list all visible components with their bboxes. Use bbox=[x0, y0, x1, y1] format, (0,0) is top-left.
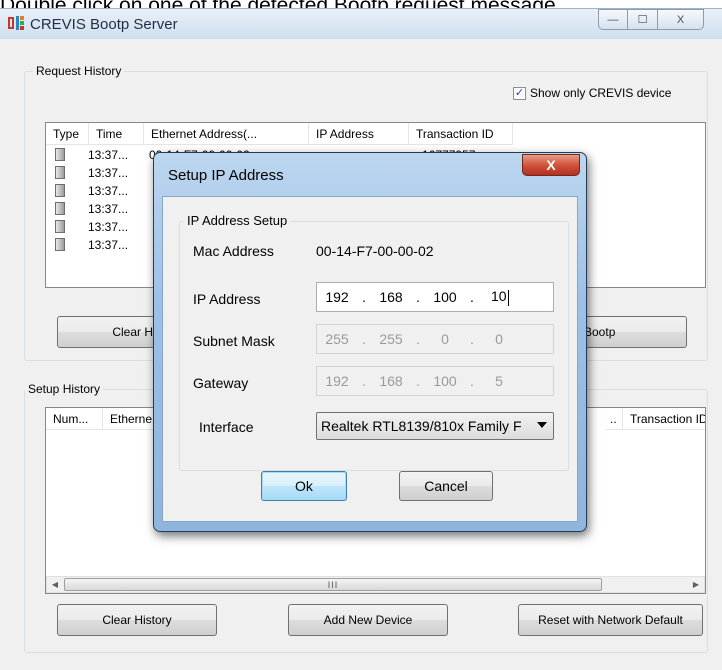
gateway-dot: . bbox=[362, 373, 366, 389]
add-new-device-button[interactable]: Add New Device bbox=[288, 604, 448, 636]
chevron-down-icon[interactable] bbox=[537, 422, 547, 428]
list-item[interactable]: 13:37... bbox=[46, 182, 143, 199]
col-transaction[interactable]: Transaction ID bbox=[623, 408, 705, 430]
subnet-dot: . bbox=[470, 331, 474, 347]
ip-dot: . bbox=[362, 289, 366, 305]
ip-octet-2[interactable]: 168 bbox=[371, 289, 411, 305]
ok-button[interactable]: Ok bbox=[261, 471, 347, 501]
interface-value: Realtek RTL8139/810x Family F bbox=[321, 418, 522, 434]
reset-network-default-button[interactable]: Reset with Network Default bbox=[518, 604, 703, 636]
horizontal-scrollbar[interactable]: ◀ III ▶ bbox=[46, 576, 705, 593]
ip-octet-4[interactable]: 10 bbox=[491, 288, 507, 304]
show-only-crevis-label: Show only CREVIS device bbox=[530, 86, 672, 100]
gateway-octet-1: 192 bbox=[325, 373, 349, 389]
text-caret bbox=[507, 289, 509, 306]
ip-dot: . bbox=[470, 289, 474, 305]
scroll-left-icon[interactable]: ◀ bbox=[47, 577, 63, 592]
gateway-octet-2: 168 bbox=[379, 373, 403, 389]
document-icon bbox=[55, 220, 65, 233]
dialog-body: IP Address Setup Mac Address 00-14-F7-00… bbox=[162, 196, 578, 522]
setup-list-header: Num... Etherne bbox=[46, 408, 163, 430]
close-icon: X bbox=[676, 13, 685, 26]
main-title-bar: CREVIS Bootp Server — ☐ X bbox=[0, 9, 722, 39]
document-icon bbox=[55, 166, 65, 179]
col-truncated[interactable]: .. bbox=[606, 408, 623, 430]
gateway-dot: . bbox=[416, 373, 420, 389]
gateway-input: 192 . 168 . 100 . 5 bbox=[316, 366, 554, 396]
row-time: 13:37... bbox=[88, 201, 129, 216]
close-icon: X bbox=[546, 157, 556, 173]
subnet-octet-3: 0 bbox=[441, 331, 449, 347]
subnet-octet-4: 0 bbox=[495, 331, 503, 347]
ip-setup-legend: IP Address Setup bbox=[184, 213, 291, 228]
document-icon bbox=[55, 202, 65, 215]
list-item[interactable]: 13:37... bbox=[46, 236, 143, 253]
checkbox-box[interactable]: ✓ bbox=[513, 86, 526, 100]
ip-address-label: IP Address bbox=[193, 291, 261, 307]
row-time: 13:37... bbox=[88, 183, 129, 198]
ip-address-setup-group: IP Address Setup Mac Address 00-14-F7-00… bbox=[179, 213, 569, 471]
dialog-title: Setup IP Address bbox=[168, 167, 284, 184]
setup-ip-dialog: Setup IP Address X IP Address Setup Mac … bbox=[153, 152, 587, 532]
interface-label: Interface bbox=[199, 419, 254, 435]
row-time: 13:37... bbox=[88, 165, 129, 180]
mac-address-value: 00-14-F7-00-00-02 bbox=[316, 243, 434, 259]
clear-setup-history-button[interactable]: Clear History bbox=[57, 604, 217, 636]
list-item[interactable]: 13:37... bbox=[46, 218, 143, 235]
col-transaction[interactable]: Transaction ID bbox=[409, 123, 513, 145]
document-icon bbox=[55, 238, 65, 251]
show-only-crevis-checkbox[interactable]: ✓ Show only CREVIS device bbox=[513, 86, 671, 100]
request-history-legend: Request History bbox=[33, 64, 125, 78]
window-title: CREVIS Bootp Server bbox=[30, 16, 178, 33]
crevis-app-icon bbox=[8, 16, 24, 30]
dialog-close-button[interactable]: X bbox=[522, 154, 580, 176]
window-close-button[interactable]: X bbox=[658, 9, 704, 30]
minimize-icon: — bbox=[607, 13, 619, 26]
ip-address-input[interactable]: 192 . 168 . 100 . 10 bbox=[316, 282, 554, 312]
ip-dot: . bbox=[416, 289, 420, 305]
request-list-header: Type Time Ethernet Address(... IP Addres… bbox=[46, 123, 513, 145]
row-time: 13:37... bbox=[88, 219, 129, 234]
maximize-button[interactable]: ☐ bbox=[628, 9, 658, 30]
maximize-icon: ☐ bbox=[637, 14, 648, 26]
ip-octet-1[interactable]: 192 bbox=[317, 289, 357, 305]
setup-history-legend: Setup History bbox=[25, 382, 104, 396]
list-item[interactable]: 13:37... bbox=[46, 200, 143, 217]
col-time[interactable]: Time bbox=[89, 123, 144, 145]
document-icon bbox=[55, 184, 65, 197]
subnet-octet-2: 255 bbox=[379, 331, 403, 347]
minimize-button[interactable]: — bbox=[598, 9, 628, 30]
col-number[interactable]: Num... bbox=[46, 408, 103, 430]
gateway-label: Gateway bbox=[193, 375, 249, 391]
document-icon bbox=[55, 148, 65, 161]
subnet-dot: . bbox=[416, 331, 420, 347]
col-ip[interactable]: IP Address bbox=[309, 123, 409, 145]
col-ethernet[interactable]: Ethernet Address(... bbox=[144, 123, 309, 145]
row-time: 13:37... bbox=[88, 237, 129, 252]
gateway-octet-3: 100 bbox=[433, 373, 457, 389]
subnet-mask-input: 255 . 255 . 0 . 0 bbox=[316, 324, 554, 354]
cancel-button[interactable]: Cancel bbox=[399, 471, 493, 501]
scroll-thumb[interactable]: III bbox=[64, 578, 602, 591]
check-icon: ✓ bbox=[514, 86, 525, 99]
subnet-mask-label: Subnet Mask bbox=[193, 333, 275, 349]
subnet-octet-1: 255 bbox=[325, 331, 349, 347]
list-item[interactable]: 13:37... bbox=[46, 164, 143, 181]
interface-dropdown[interactable]: Realtek RTL8139/810x Family F bbox=[316, 412, 554, 440]
gateway-dot: . bbox=[470, 373, 474, 389]
mac-address-label: Mac Address bbox=[193, 243, 274, 259]
scroll-right-icon[interactable]: ▶ bbox=[688, 577, 704, 592]
subnet-dot: . bbox=[362, 331, 366, 347]
gateway-octet-4: 5 bbox=[495, 373, 503, 389]
scroll-grip: III bbox=[327, 579, 339, 590]
ip-octet-3[interactable]: 100 bbox=[425, 289, 465, 305]
row-time: 13:37... bbox=[88, 147, 129, 162]
col-type[interactable]: Type bbox=[46, 123, 89, 145]
